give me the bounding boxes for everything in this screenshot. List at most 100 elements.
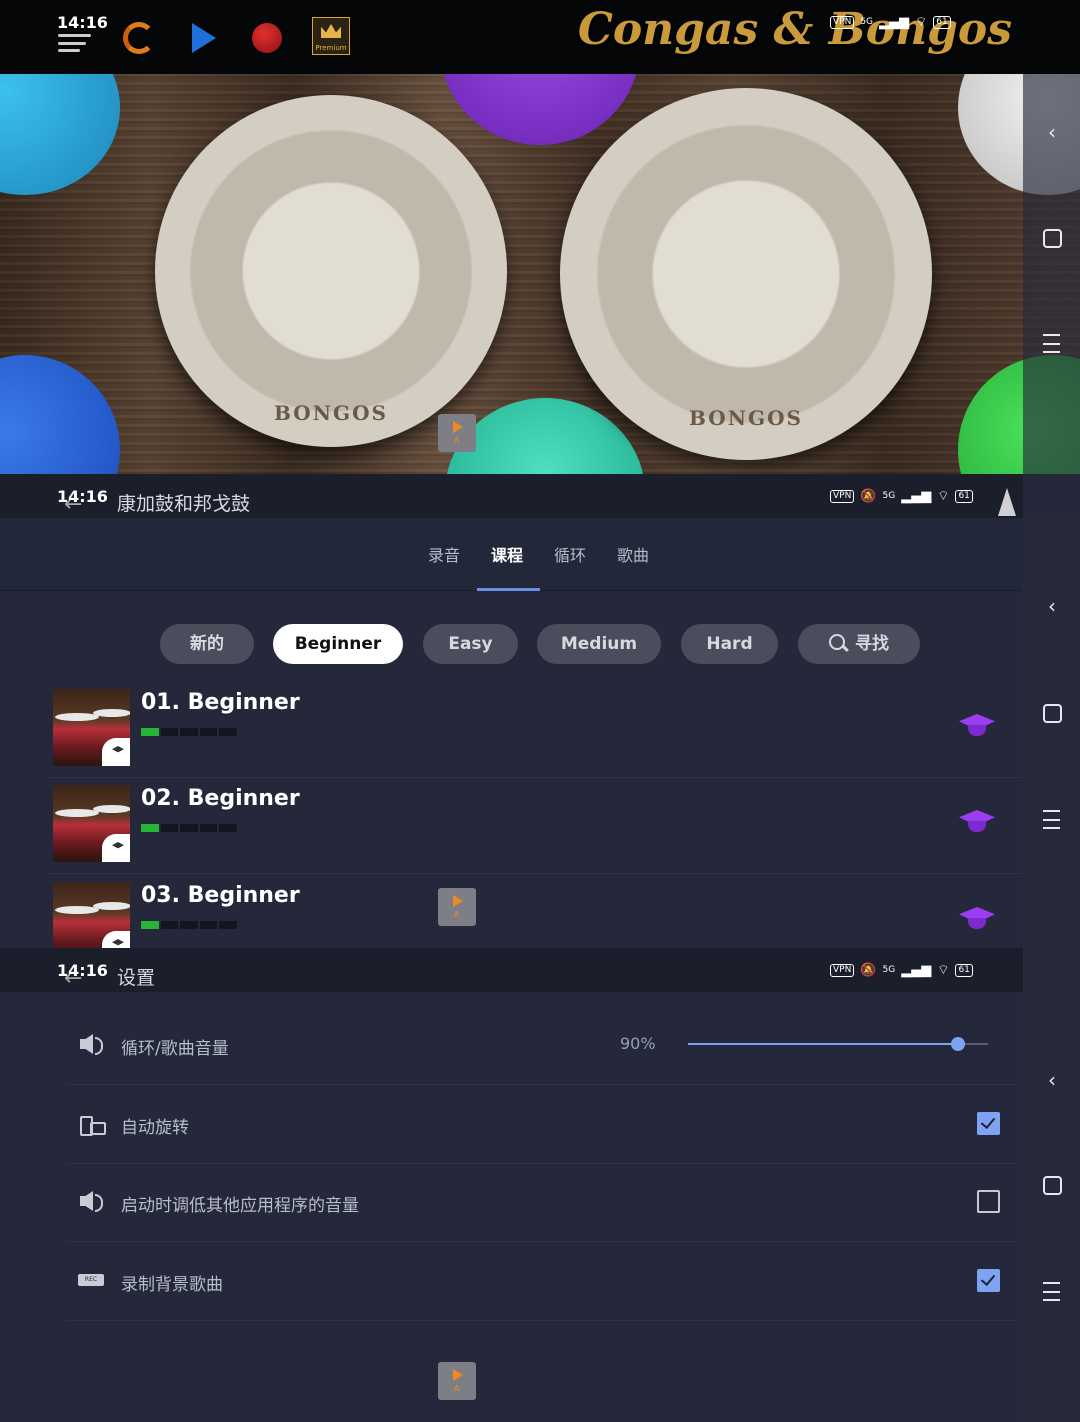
drum-app-panel: BONGOS BONGOS Premium Congas & Bongos 14… (0, 0, 1080, 474)
network-label: 5G (860, 17, 874, 27)
setting-label: 循环/歌曲音量 (121, 1039, 229, 1059)
mute-icon: 🔕 (860, 488, 877, 504)
search-label: 寻找 (855, 634, 889, 654)
rotate-icon (78, 1112, 106, 1136)
loop-icon[interactable] (123, 22, 155, 54)
status-icons: VPN 5G ▂▄▆ ⌔ 61 (830, 10, 951, 34)
wifi-icon: ⌔ (937, 963, 950, 978)
tab-record[interactable]: 录音 (428, 542, 460, 566)
app-bar: ← 14:16 康加鼓和邦戈鼓 VPN 🔕 5G ▂▄▆ ⌔ 61 (0, 474, 1023, 518)
filter-easy[interactable]: Easy (423, 624, 518, 664)
system-nav-bar: ‹ (1023, 948, 1080, 1422)
lesson-progress-bar (141, 728, 237, 736)
recents-icon[interactable] (1043, 1282, 1060, 1301)
battery-icon: 61 (955, 489, 973, 503)
system-nav-bar: ‹ (1023, 74, 1080, 474)
page-title: 设置 (117, 967, 156, 989)
signal-icon: ▂▄▆ (901, 962, 932, 978)
bongo-drum-left[interactable]: BONGOS (155, 95, 507, 447)
lesson-title: 02. Beginner (141, 786, 300, 811)
setting-duck-volume[interactable]: 启动时调低其他应用程序的音量 (66, 1163, 1016, 1242)
lesson-thumbnail (53, 785, 130, 862)
search-icon (829, 634, 849, 652)
filter-medium[interactable]: Medium (537, 624, 661, 664)
lesson-icon[interactable] (959, 810, 995, 838)
mute-icon: 🔕 (860, 962, 877, 978)
status-time: 14:16 (57, 487, 108, 506)
battery-icon: 61 (955, 963, 973, 977)
slider-thumb[interactable] (951, 1037, 965, 1051)
lesson-row[interactable]: 02. Beginner (48, 778, 1023, 874)
back-icon[interactable]: ‹ (1042, 1070, 1062, 1090)
vpn-icon: VPN (830, 15, 855, 29)
filter-beginner[interactable]: Beginner (273, 624, 403, 664)
wifi-icon: ⌔ (937, 489, 950, 504)
screen-recorder-button[interactable] (438, 414, 476, 452)
page-title: 康加鼓和邦戈鼓 (117, 493, 251, 515)
wifi-icon: ⌔ (915, 15, 928, 30)
premium-crown-icon[interactable]: Premium (312, 17, 350, 55)
volume-slider[interactable] (688, 1037, 988, 1051)
status-icons: VPN 🔕 5G ▂▄▆ ⌔ 61 (830, 484, 973, 508)
rec-icon-text: REC (78, 1274, 104, 1286)
setting-volume: 循环/歌曲音量 90% (66, 1006, 1016, 1085)
status-time: 14:16 (57, 961, 108, 980)
bongo-drum-right[interactable]: BONGOS (560, 88, 932, 460)
lesson-thumbnail (53, 689, 130, 766)
home-icon[interactable] (1043, 229, 1062, 248)
lesson-icon[interactable] (959, 907, 995, 935)
filter-new[interactable]: 新的 (160, 624, 254, 664)
recents-icon[interactable] (1043, 810, 1060, 829)
graduation-cap-icon (102, 738, 130, 766)
record-icon[interactable] (252, 23, 282, 53)
network-label: 5G (882, 965, 896, 975)
volume-value: 90% (620, 1034, 656, 1053)
home-icon[interactable] (1043, 1176, 1062, 1195)
screen-recorder-button[interactable] (438, 888, 476, 926)
back-icon[interactable]: ‹ (1042, 596, 1062, 616)
filter-search[interactable]: 寻找 (798, 624, 920, 664)
status-icons: VPN 🔕 5G ▂▄▆ ⌔ 61 (830, 958, 973, 982)
metronome-icon[interactable] (998, 488, 1016, 516)
duck-volume-checkbox[interactable] (977, 1190, 1000, 1213)
settings-panel: ← 14:16 设置 VPN 🔕 5G ▂▄▆ ⌔ 61 循环/歌曲音量 90% (0, 948, 1080, 1422)
screen-recorder-button[interactable] (438, 1362, 476, 1400)
speaker-icon (78, 1190, 104, 1212)
lesson-thumbnail (53, 882, 130, 948)
lesson-title: 03. Beginner (141, 883, 300, 908)
auto-rotate-checkbox[interactable] (977, 1112, 1000, 1135)
signal-icon: ▂▄▆ (879, 14, 910, 30)
lesson-title: 01. Beginner (141, 690, 300, 715)
status-time: 14:16 (57, 13, 108, 32)
slider-fill (688, 1043, 958, 1045)
setting-record-background[interactable]: REC 录制背景歌曲 (66, 1242, 1016, 1321)
speaker-icon (78, 1033, 104, 1055)
vpn-icon: VPN (830, 489, 855, 503)
setting-label: 录制背景歌曲 (121, 1275, 223, 1295)
filter-hard[interactable]: Hard (681, 624, 778, 664)
lesson-row[interactable]: 03. Beginner (48, 875, 1023, 948)
tab-bar: 录音 课程 循环 歌曲 (0, 518, 1023, 591)
tab-lessons[interactable]: 课程 (491, 542, 523, 566)
signal-icon: ▂▄▆ (901, 488, 932, 504)
active-tab-indicator (477, 588, 540, 591)
lesson-icon[interactable] (959, 714, 995, 742)
app-bar: ← 14:16 设置 VPN 🔕 5G ▂▄▆ ⌔ 61 (0, 948, 1023, 992)
home-icon[interactable] (1043, 704, 1062, 723)
setting-auto-rotate[interactable]: 自动旋转 (66, 1085, 1016, 1164)
network-label: 5G (882, 491, 896, 501)
record-background-checkbox[interactable] (977, 1269, 1000, 1292)
back-icon[interactable]: ‹ (1042, 122, 1062, 142)
tab-loops[interactable]: 循环 (554, 542, 586, 566)
recents-icon[interactable] (1043, 334, 1060, 353)
setting-label: 自动旋转 (121, 1118, 189, 1138)
menu-icon[interactable] (58, 34, 91, 52)
tab-songs[interactable]: 歌曲 (617, 542, 649, 566)
setting-label: 启动时调低其他应用程序的音量 (121, 1196, 359, 1216)
premium-label: Premium (315, 44, 347, 52)
system-nav-bar: ‹ (1023, 518, 1080, 948)
play-icon[interactable] (192, 23, 216, 53)
lesson-row[interactable]: 01. Beginner (48, 682, 1023, 778)
rec-icon: REC (78, 1269, 104, 1291)
lessons-panel: ← 14:16 康加鼓和邦戈鼓 VPN 🔕 5G ▂▄▆ ⌔ 61 录音 课程 … (0, 474, 1080, 948)
